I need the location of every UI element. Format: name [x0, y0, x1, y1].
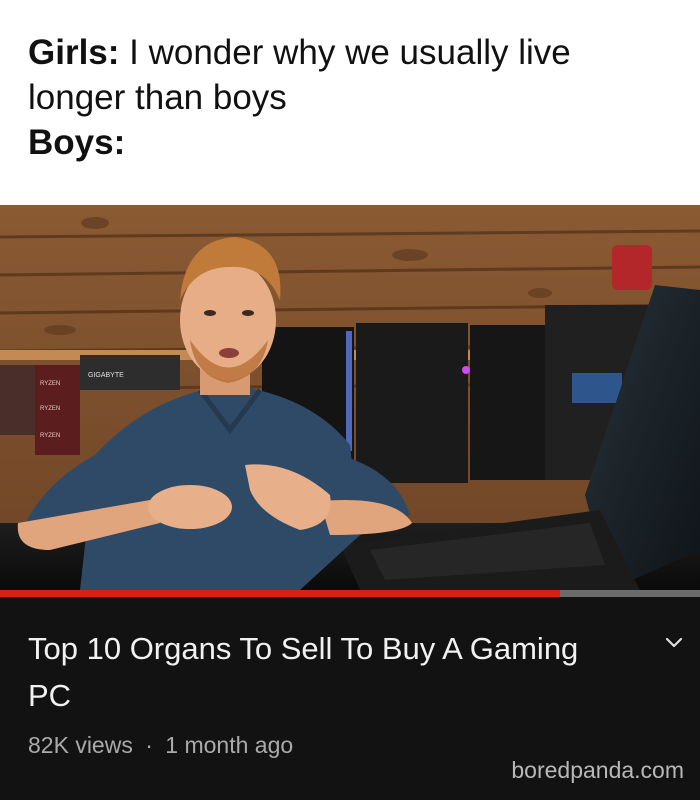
box-brand-2: RYZEN	[40, 381, 60, 387]
video-title[interactable]: Top 10 Organs To Sell To Buy A Gaming PC	[28, 625, 588, 719]
boys-label: Boys:	[28, 123, 126, 162]
caption-line-2: longer than boys	[28, 75, 672, 120]
expand-description-button[interactable]	[656, 625, 692, 661]
box-brand-1: GIGABYTE	[88, 372, 124, 379]
girls-label: Girls:	[28, 33, 120, 72]
video-meta: 82K views · 1 month ago	[28, 732, 299, 759]
girls-text-line-2: longer than boys	[28, 78, 287, 117]
red-figure	[612, 245, 652, 290]
box-brand-3: RYZEN	[40, 406, 60, 412]
progress-played	[0, 590, 560, 597]
meta-separator: ·	[145, 732, 153, 758]
view-count: 82K views	[28, 732, 133, 758]
progress-bar[interactable]	[0, 590, 700, 597]
watermark: boredpanda.com	[511, 757, 684, 783]
video-player[interactable]: GIGABYTE RYZEN RYZEN RYZEN	[0, 205, 700, 590]
upload-age: 1 month ago	[165, 732, 294, 758]
box-brand-4: RYZEN	[40, 433, 60, 439]
video-frame-illustration: GIGABYTE RYZEN RYZEN RYZEN	[0, 205, 700, 590]
caption-line-1: Girls: I wonder why we usually live	[28, 30, 672, 75]
video-info-panel: Top 10 Organs To Sell To Buy A Gaming PC…	[0, 597, 700, 800]
caption-line-3: Boys:	[28, 120, 672, 165]
chevron-down-icon	[665, 637, 683, 648]
girls-text-line-1: I wonder why we usually live	[129, 33, 571, 72]
meme-caption: Girls: I wonder why we usually live long…	[0, 0, 700, 205]
